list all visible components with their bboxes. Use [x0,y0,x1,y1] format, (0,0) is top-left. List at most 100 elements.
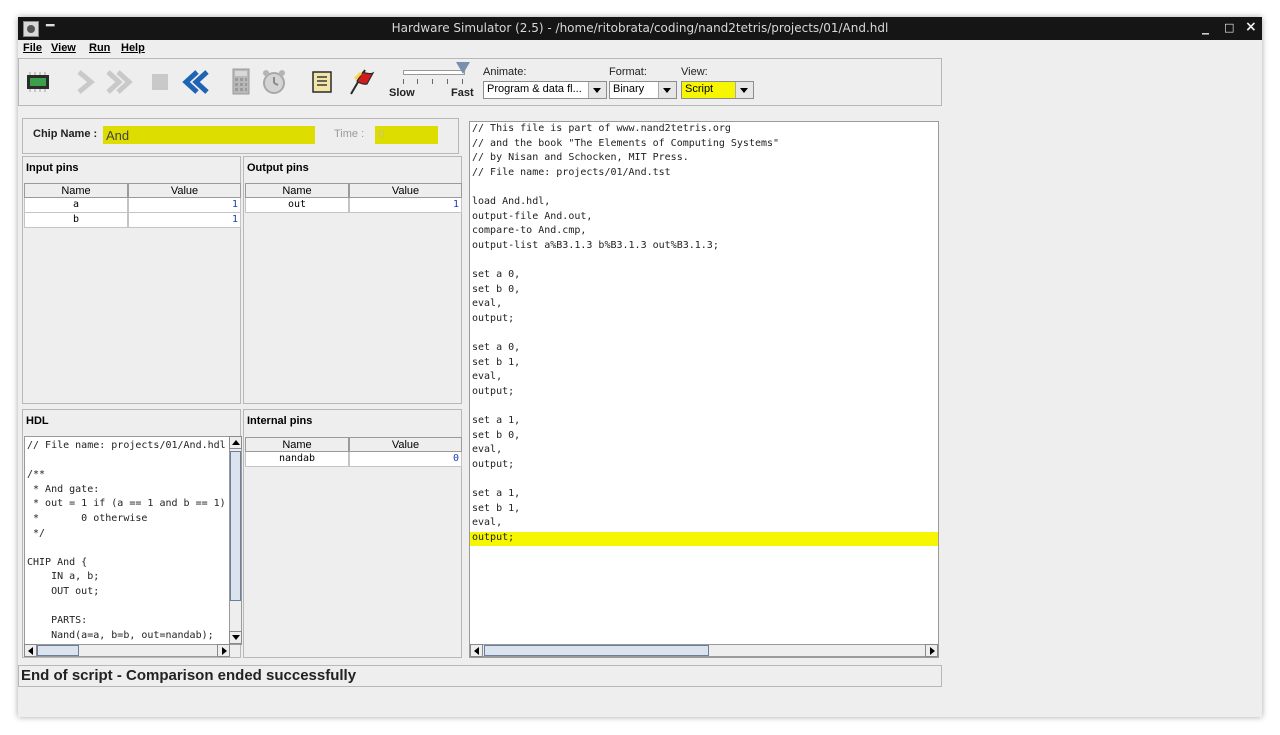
scroll-thumb[interactable] [230,451,241,601]
script-code-line: eval, [472,517,503,529]
menu-view[interactable]: View [51,42,76,54]
current-line-highlight [470,531,938,546]
internal-pins-panel: Internal pins Name Value nandab 0 [243,409,462,658]
pin-name-cell: out [245,198,349,213]
hdl-code-line: */ [27,527,46,539]
script-code-line: set a 0, [472,269,521,280]
rewind-icon [182,70,209,94]
hdl-code-line: IN a, b; [27,571,100,583]
script-code-line: output; [472,458,515,470]
window-title: Hardware Simulator (2.5) - /home/ritobra… [391,21,889,35]
pin-value-cell: 0 [349,452,462,467]
hdl-code-line: * out = 1 if (a == 1 and b == 1) [27,498,226,510]
time-field: 0 [375,126,438,144]
scroll-thumb[interactable] [484,645,709,656]
slow-label: Slow [389,87,415,99]
clock-button[interactable] [259,67,289,97]
script-code-line: // File name: projects/01/And.tst [472,166,671,178]
chip-name-label: Chip Name : [33,128,98,140]
script-code-line: output-list a%B3.1.3 b%B3.1.3 out%B3.1.3… [472,239,719,251]
scroll-down-icon[interactable] [229,631,242,644]
single-step-button[interactable] [70,67,100,97]
view-value: Script [685,83,714,95]
format-value: Binary [613,83,645,95]
hdl-panel: HDL // File name: projects/01/And.hdl /**… [22,409,242,658]
fast-label: Fast [451,87,474,99]
script-code-line: set b 0, [472,429,521,441]
toolbar: Slow Fast Animate: Program & data fl... … [18,58,942,106]
format-select[interactable]: Binary [609,81,677,99]
pin-value-cell[interactable]: 1 [128,213,241,228]
hdl-code-line: PARTS: [27,615,88,627]
pin-value-cell[interactable]: 1 [128,198,241,213]
menu-file[interactable]: File [23,42,42,54]
input-pins-table: Name Value a 1 b 1 [24,183,241,228]
hdl-horizontal-scrollbar[interactable] [24,644,230,657]
close-icon[interactable]: × [1245,19,1257,35]
menu-help[interactable]: Help [121,42,145,54]
script-code-line: output-file And.out, [472,210,593,222]
stop-icon [152,74,168,90]
scroll-up-icon[interactable] [229,436,242,449]
scroll-left-icon[interactable] [470,644,483,657]
run-button[interactable] [105,67,135,97]
column-header-name[interactable]: Name [24,183,128,198]
output-pins-table: Name Value out 1 [245,183,462,213]
breakpoints-button[interactable] [345,67,375,97]
chip-name-value: And [106,128,130,143]
time-label: Time : [334,128,365,140]
hdl-code-line: * 0 otherwise [27,513,148,524]
chip-icon [27,72,49,92]
column-header-value[interactable]: Value [349,437,462,452]
speed-slider-ticks [403,79,463,85]
scroll-right-icon[interactable] [925,644,938,657]
column-header-value[interactable]: Value [128,183,241,198]
hdl-code-line: // File name: projects/01/And.hdl [27,440,226,451]
maximize-icon[interactable]: □ [1224,21,1234,34]
scroll-thumb[interactable] [37,645,79,656]
alarm-clock-icon [263,70,285,94]
chip-name-panel: Chip Name : And Time : 0 [22,118,459,154]
script-code-line: // by Nisan and Schocken, MIT Press. [472,152,689,164]
hardware-simulator-window: ━ Hardware Simulator (2.5) - /home/ritob… [18,17,1262,717]
animate-value: Program & data fl... [487,83,582,95]
hdl-text-area[interactable]: // File name: projects/01/And.hdl /** * A… [24,436,230,645]
status-message: End of script - Comparison ended success… [21,667,357,684]
speed-slider-thumb[interactable] [456,62,470,74]
script-code-line: set a 0, [472,342,521,353]
eval-button[interactable] [226,67,256,97]
scroll-right-icon[interactable] [217,644,230,657]
column-header-name[interactable]: Name [245,437,349,452]
chevron-down-icon[interactable] [588,82,606,98]
chip-name-field[interactable]: And [103,126,315,144]
script-horizontal-scrollbar[interactable] [470,644,938,657]
scroll-left-icon[interactable] [24,644,37,657]
load-chip-button[interactable] [23,67,53,97]
chevron-down-icon[interactable] [735,82,753,98]
column-header-value[interactable]: Value [349,183,462,198]
hdl-code-line: OUT out; [27,586,100,597]
script-panel[interactable]: // This file is part of www.nand2tetris.… [469,121,939,658]
script-scroll-icon [312,71,332,93]
stop-button[interactable] [145,67,175,97]
title-bar: ━ Hardware Simulator (2.5) - /home/ritob… [18,17,1262,40]
script-button[interactable] [307,67,337,97]
script-code-line: set a 1, [472,488,521,499]
calculator-icon [232,68,250,95]
reset-button[interactable] [181,67,211,97]
internal-pins-table: Name Value nandab 0 [245,437,462,467]
hdl-vertical-scrollbar[interactable] [229,436,242,645]
script-code-line: eval, [472,298,503,310]
animate-select[interactable]: Program & data fl... [483,81,607,99]
menu-run[interactable]: Run [89,42,110,54]
script-code-line: eval, [472,371,503,383]
chevron-down-icon[interactable] [658,82,676,98]
script-code-line: set b 1, [472,502,521,514]
minimize-icon[interactable]: _ [1202,19,1209,35]
script-code-line: set b 0, [472,283,521,295]
column-header-name[interactable]: Name [245,183,349,198]
pin-name-cell: nandab [245,452,349,467]
script-code-line: output; [472,312,515,324]
view-select[interactable]: Script [681,81,754,99]
time-value: 0 [378,128,385,141]
